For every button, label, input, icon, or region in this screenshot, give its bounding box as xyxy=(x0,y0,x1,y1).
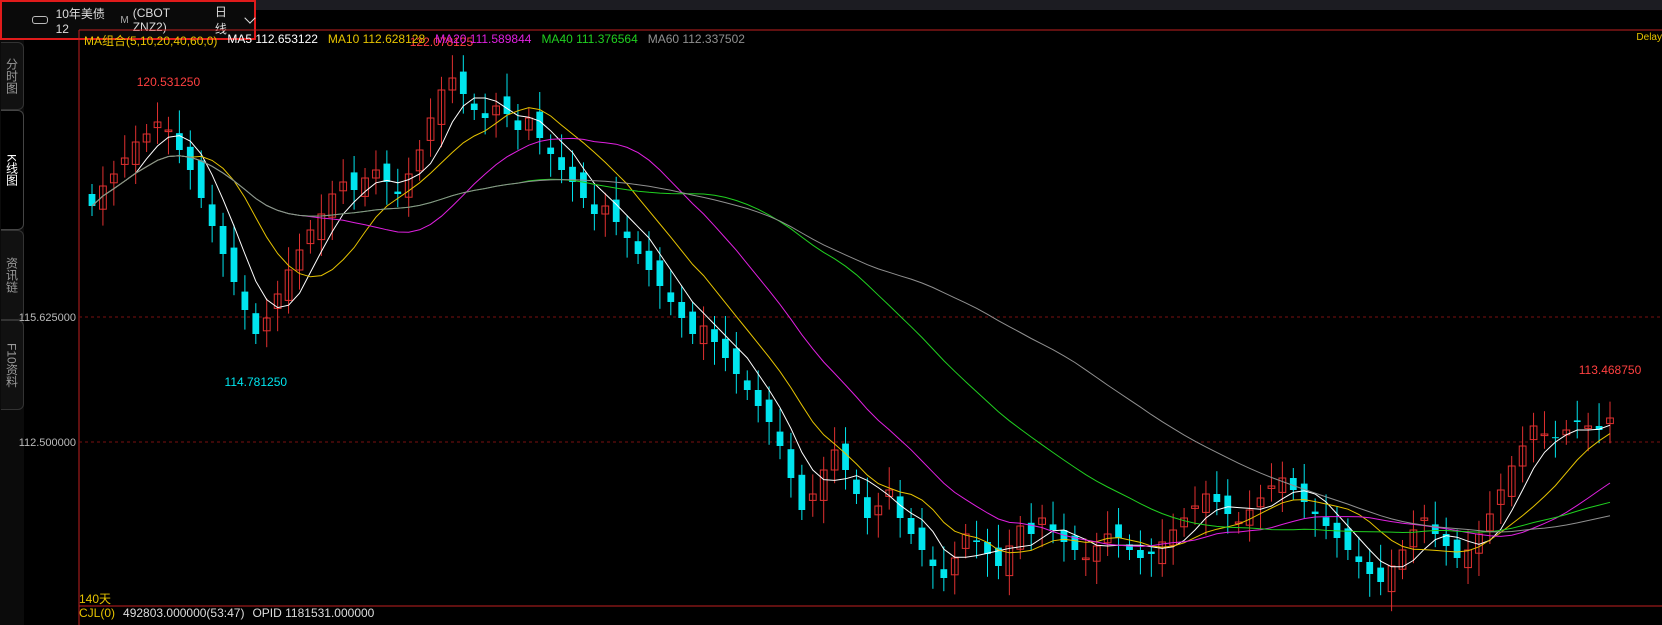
candle-body-down xyxy=(1453,539,1461,558)
days-count: 140天 xyxy=(79,592,112,606)
ma40-label: MA40 111.376564 xyxy=(541,32,638,46)
candle-body-down xyxy=(470,103,478,110)
candle-body-down xyxy=(1377,567,1385,582)
volume-indicator-bar: CJL(0) 492803.000000(53:47) OPID 1181531… xyxy=(79,606,374,620)
candle-body-down xyxy=(776,431,784,446)
candle-body-down xyxy=(1213,494,1221,502)
ma5-label: MA5 112.653122 xyxy=(227,32,318,46)
candle-body-down xyxy=(1355,556,1363,562)
ma-line xyxy=(91,97,1611,568)
candle-body-down xyxy=(656,260,664,286)
candle-body-down xyxy=(743,380,751,390)
candle-body-down xyxy=(1049,524,1057,530)
candle-body-down xyxy=(1115,524,1122,538)
candle-body-down xyxy=(197,160,205,198)
candle-body-down xyxy=(1552,437,1559,439)
y-tick-label: 112.500000 xyxy=(19,437,76,449)
candle-body-down xyxy=(230,247,238,282)
candle-body-down xyxy=(1289,478,1297,490)
candle-body-down xyxy=(765,399,773,422)
candle-body-down xyxy=(612,199,620,222)
candle-body-down xyxy=(1147,551,1155,554)
candle-body-down xyxy=(547,147,555,154)
candle-body-down xyxy=(940,569,948,578)
candle-body-down xyxy=(973,540,980,542)
price-annotation: 120.531250 xyxy=(137,75,201,89)
candle-body-down xyxy=(907,518,915,534)
candle-body-down xyxy=(350,172,358,190)
candle-body-down xyxy=(219,226,227,254)
candle-body-down xyxy=(732,348,740,374)
candle-body-down xyxy=(1224,495,1232,514)
indicator-selector[interactable]: CJL(0) xyxy=(79,606,115,620)
candle-body-down xyxy=(634,241,642,254)
ma-legend: MA组合(5,10,20,40,60,0) MA5 112.653122 MA1… xyxy=(84,32,745,48)
candle-body-down xyxy=(689,311,697,334)
candle-body-down xyxy=(623,231,631,238)
candle-body-down xyxy=(754,390,762,406)
candle-body-down xyxy=(787,449,795,478)
candle-body-down xyxy=(536,111,544,138)
ma-line xyxy=(91,107,1611,554)
candle-body-down xyxy=(394,191,402,194)
delay-badge: Delay xyxy=(1636,32,1662,43)
ma-line xyxy=(91,155,1611,534)
y-tick-label: 115.625000 xyxy=(19,312,76,324)
ma-line xyxy=(91,155,1611,533)
candle-body-down xyxy=(645,250,653,270)
candle-body-down xyxy=(1311,511,1319,514)
candle-body-down xyxy=(1573,420,1581,422)
ma-group-label[interactable]: MA组合(5,10,20,40,60,0) xyxy=(84,32,217,48)
ma-line xyxy=(91,137,1611,547)
ma20-label: MA20 111.589844 xyxy=(435,32,532,46)
candle-body-down xyxy=(842,443,849,470)
candle-body-down xyxy=(241,291,249,310)
volume-value: 492803.000000(53:47) xyxy=(123,606,245,620)
price-annotation: 114.781250 xyxy=(225,375,288,389)
candle-body-down xyxy=(252,313,260,334)
candle-body-down xyxy=(590,204,598,214)
candle-body-down xyxy=(678,302,686,318)
candle-body-down xyxy=(918,527,926,550)
candle-body-down xyxy=(722,338,729,358)
candle-body-down xyxy=(798,474,806,510)
candle-body-down xyxy=(863,497,871,518)
ma60-label: MA60 112.337502 xyxy=(647,32,745,46)
candle-body-down xyxy=(853,479,860,494)
candle-body-down xyxy=(481,113,489,118)
kline-chart[interactable]: 115.625000112.500000 122.078125120.53125… xyxy=(0,0,1662,625)
candle-body-down xyxy=(459,71,467,94)
candle-body-down xyxy=(711,329,718,342)
ma10-label: MA10 112.628128 xyxy=(327,32,426,46)
candle-body-down xyxy=(1431,524,1439,534)
candle-body-down xyxy=(514,120,522,130)
price-annotation: 113.468750 xyxy=(1579,363,1642,377)
candle-body-down xyxy=(503,96,511,114)
candle-body-down xyxy=(558,157,565,170)
candle-body-down xyxy=(667,292,675,302)
candle-body-down xyxy=(929,559,937,566)
candle-body-down xyxy=(208,204,216,226)
candle-body-down xyxy=(383,163,391,182)
candle-body-down xyxy=(1366,562,1374,574)
candle-body-down xyxy=(1137,550,1144,558)
opid-value: OPID 1181531.000000 xyxy=(252,606,375,620)
candle-body-down xyxy=(1322,517,1330,526)
candle-body-down xyxy=(580,172,587,198)
